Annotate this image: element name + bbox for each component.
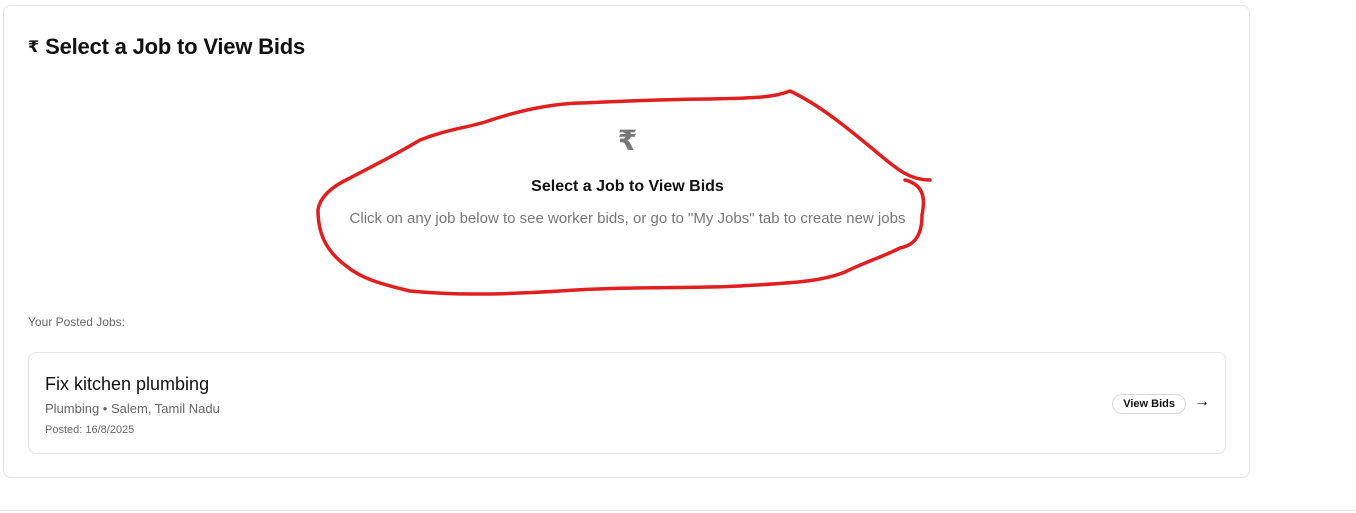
bottom-divider (0, 510, 1356, 511)
view-bids-button[interactable]: View Bids (1112, 394, 1186, 414)
job-meta: Plumbing • Salem, Tamil Nadu (45, 401, 220, 416)
empty-state-description: Click on any job below to see worker bid… (349, 210, 906, 227)
job-card[interactable]: Fix kitchen plumbing Plumbing • Salem, T… (28, 352, 1226, 454)
bids-card: ₹ Select a Job to View Bids ₹ Select a J… (3, 5, 1250, 478)
rupee-icon: ₹ (617, 125, 638, 156)
arrow-right-icon[interactable]: → (1194, 393, 1210, 411)
rupee-icon: ₹ (28, 39, 40, 56)
card-header: ₹ Select a Job to View Bids (28, 34, 305, 60)
empty-state-title: Select a Job to View Bids (531, 178, 724, 195)
card-title: Select a Job to View Bids (45, 34, 306, 59)
job-title: Fix kitchen plumbing (45, 374, 210, 394)
empty-state: ₹ Select a Job to View Bids Click on any… (4, 124, 1251, 227)
posted-jobs-label: Your Posted Jobs: (28, 315, 125, 329)
job-posted-date: Posted: 16/8/2025 (45, 424, 135, 436)
